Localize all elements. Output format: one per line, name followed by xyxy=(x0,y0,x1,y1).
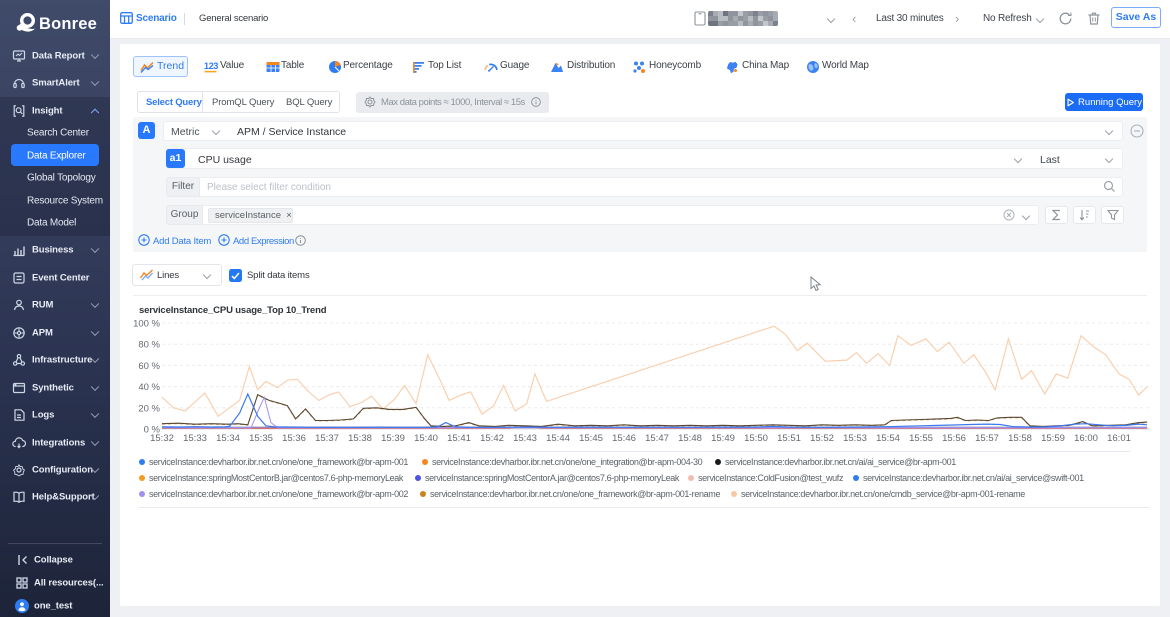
svg-text:16:00: 16:00 xyxy=(1074,433,1098,444)
svg-text:15:45: 15:45 xyxy=(579,433,603,444)
svg-text:100 %: 100 % xyxy=(133,319,160,330)
svg-text:Bonree: Bonree xyxy=(39,15,97,33)
svg-text:60 %: 60 % xyxy=(138,361,160,372)
svg-text:15:43: 15:43 xyxy=(513,433,537,444)
svg-text:15:48: 15:48 xyxy=(678,433,702,444)
svg-text:15:51: 15:51 xyxy=(777,433,801,444)
svg-text:15:50: 15:50 xyxy=(744,433,768,444)
svg-text:15:44: 15:44 xyxy=(546,433,570,444)
svg-text:15:32: 15:32 xyxy=(150,433,174,444)
svg-text:15:37: 15:37 xyxy=(315,433,339,444)
svg-text:15:58: 15:58 xyxy=(1008,433,1032,444)
svg-text:40 %: 40 % xyxy=(138,382,160,393)
svg-text:15:35: 15:35 xyxy=(249,433,273,444)
svg-text:15:38: 15:38 xyxy=(348,433,372,444)
svg-text:123: 123 xyxy=(204,61,218,71)
svg-text:15:57: 15:57 xyxy=(975,433,999,444)
svg-text:15:47: 15:47 xyxy=(645,433,669,444)
svg-text:15:36: 15:36 xyxy=(282,433,306,444)
svg-text:15:49: 15:49 xyxy=(711,433,735,444)
svg-text:15:59: 15:59 xyxy=(1041,433,1065,444)
svg-text:16:01: 16:01 xyxy=(1107,433,1131,444)
svg-text:15:42: 15:42 xyxy=(480,433,504,444)
svg-text:15:33: 15:33 xyxy=(183,433,207,444)
svg-text:15:46: 15:46 xyxy=(612,433,636,444)
svg-text:15:54: 15:54 xyxy=(876,433,900,444)
svg-text:80 %: 80 % xyxy=(138,340,160,351)
svg-text:15:40: 15:40 xyxy=(414,433,438,444)
svg-text:15:56: 15:56 xyxy=(942,433,966,444)
svg-text:20 %: 20 % xyxy=(138,403,160,414)
svg-text:15:41: 15:41 xyxy=(447,433,471,444)
svg-text:15:55: 15:55 xyxy=(909,433,933,444)
svg-text:15:34: 15:34 xyxy=(216,433,240,444)
svg-text:15:53: 15:53 xyxy=(843,433,867,444)
svg-text:15:39: 15:39 xyxy=(381,433,405,444)
svg-text:15:52: 15:52 xyxy=(810,433,834,444)
